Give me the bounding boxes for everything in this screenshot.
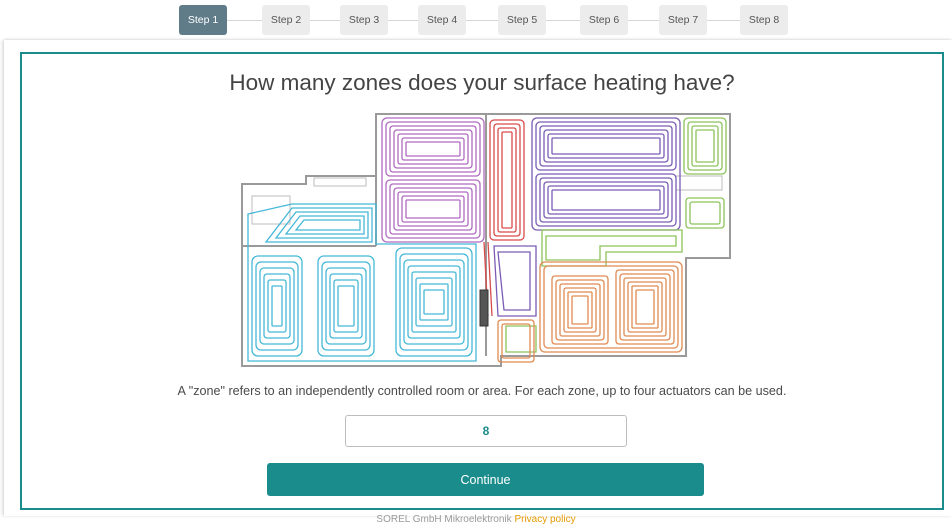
footer: SOREL GmbH Mikroelektronik Privacy polic… [0,513,952,527]
zone-purple [381,117,485,243]
step-8-tab[interactable]: Step 8 [740,5,788,35]
step-1-tab[interactable]: Step 1 [179,5,227,35]
progress-stepper: Step 1 Step 2 Step 3 Step 4 Step 5 Step … [0,5,952,35]
zone-cyan [247,203,477,362]
footer-company: SOREL GmbH Mikroelektronik [376,514,512,525]
step-2-tab[interactable]: Step 2 [262,5,310,35]
zone-question-card: How many zones does your surface heating… [20,52,944,510]
privacy-policy-link[interactable]: Privacy policy [514,514,575,525]
step-7-tab[interactable]: Step 7 [659,5,707,35]
floor-plan-heating-zones-image [241,113,731,367]
step-5-tab[interactable]: Step 5 [498,5,546,35]
step-3-tab[interactable]: Step 3 [340,5,388,35]
zone-red [483,119,525,317]
page-title: How many zones does your surface heating… [229,70,735,95]
zone-count-input[interactable] [345,415,627,447]
continue-button[interactable]: Continue [267,463,704,496]
step-4-tab[interactable]: Step 4 [418,5,466,35]
zone-orange [497,261,683,363]
zone-description: A "zone" refers to an independently cont… [177,384,787,398]
step-6-tab[interactable]: Step 6 [580,5,628,35]
manifold-icon [479,289,489,327]
